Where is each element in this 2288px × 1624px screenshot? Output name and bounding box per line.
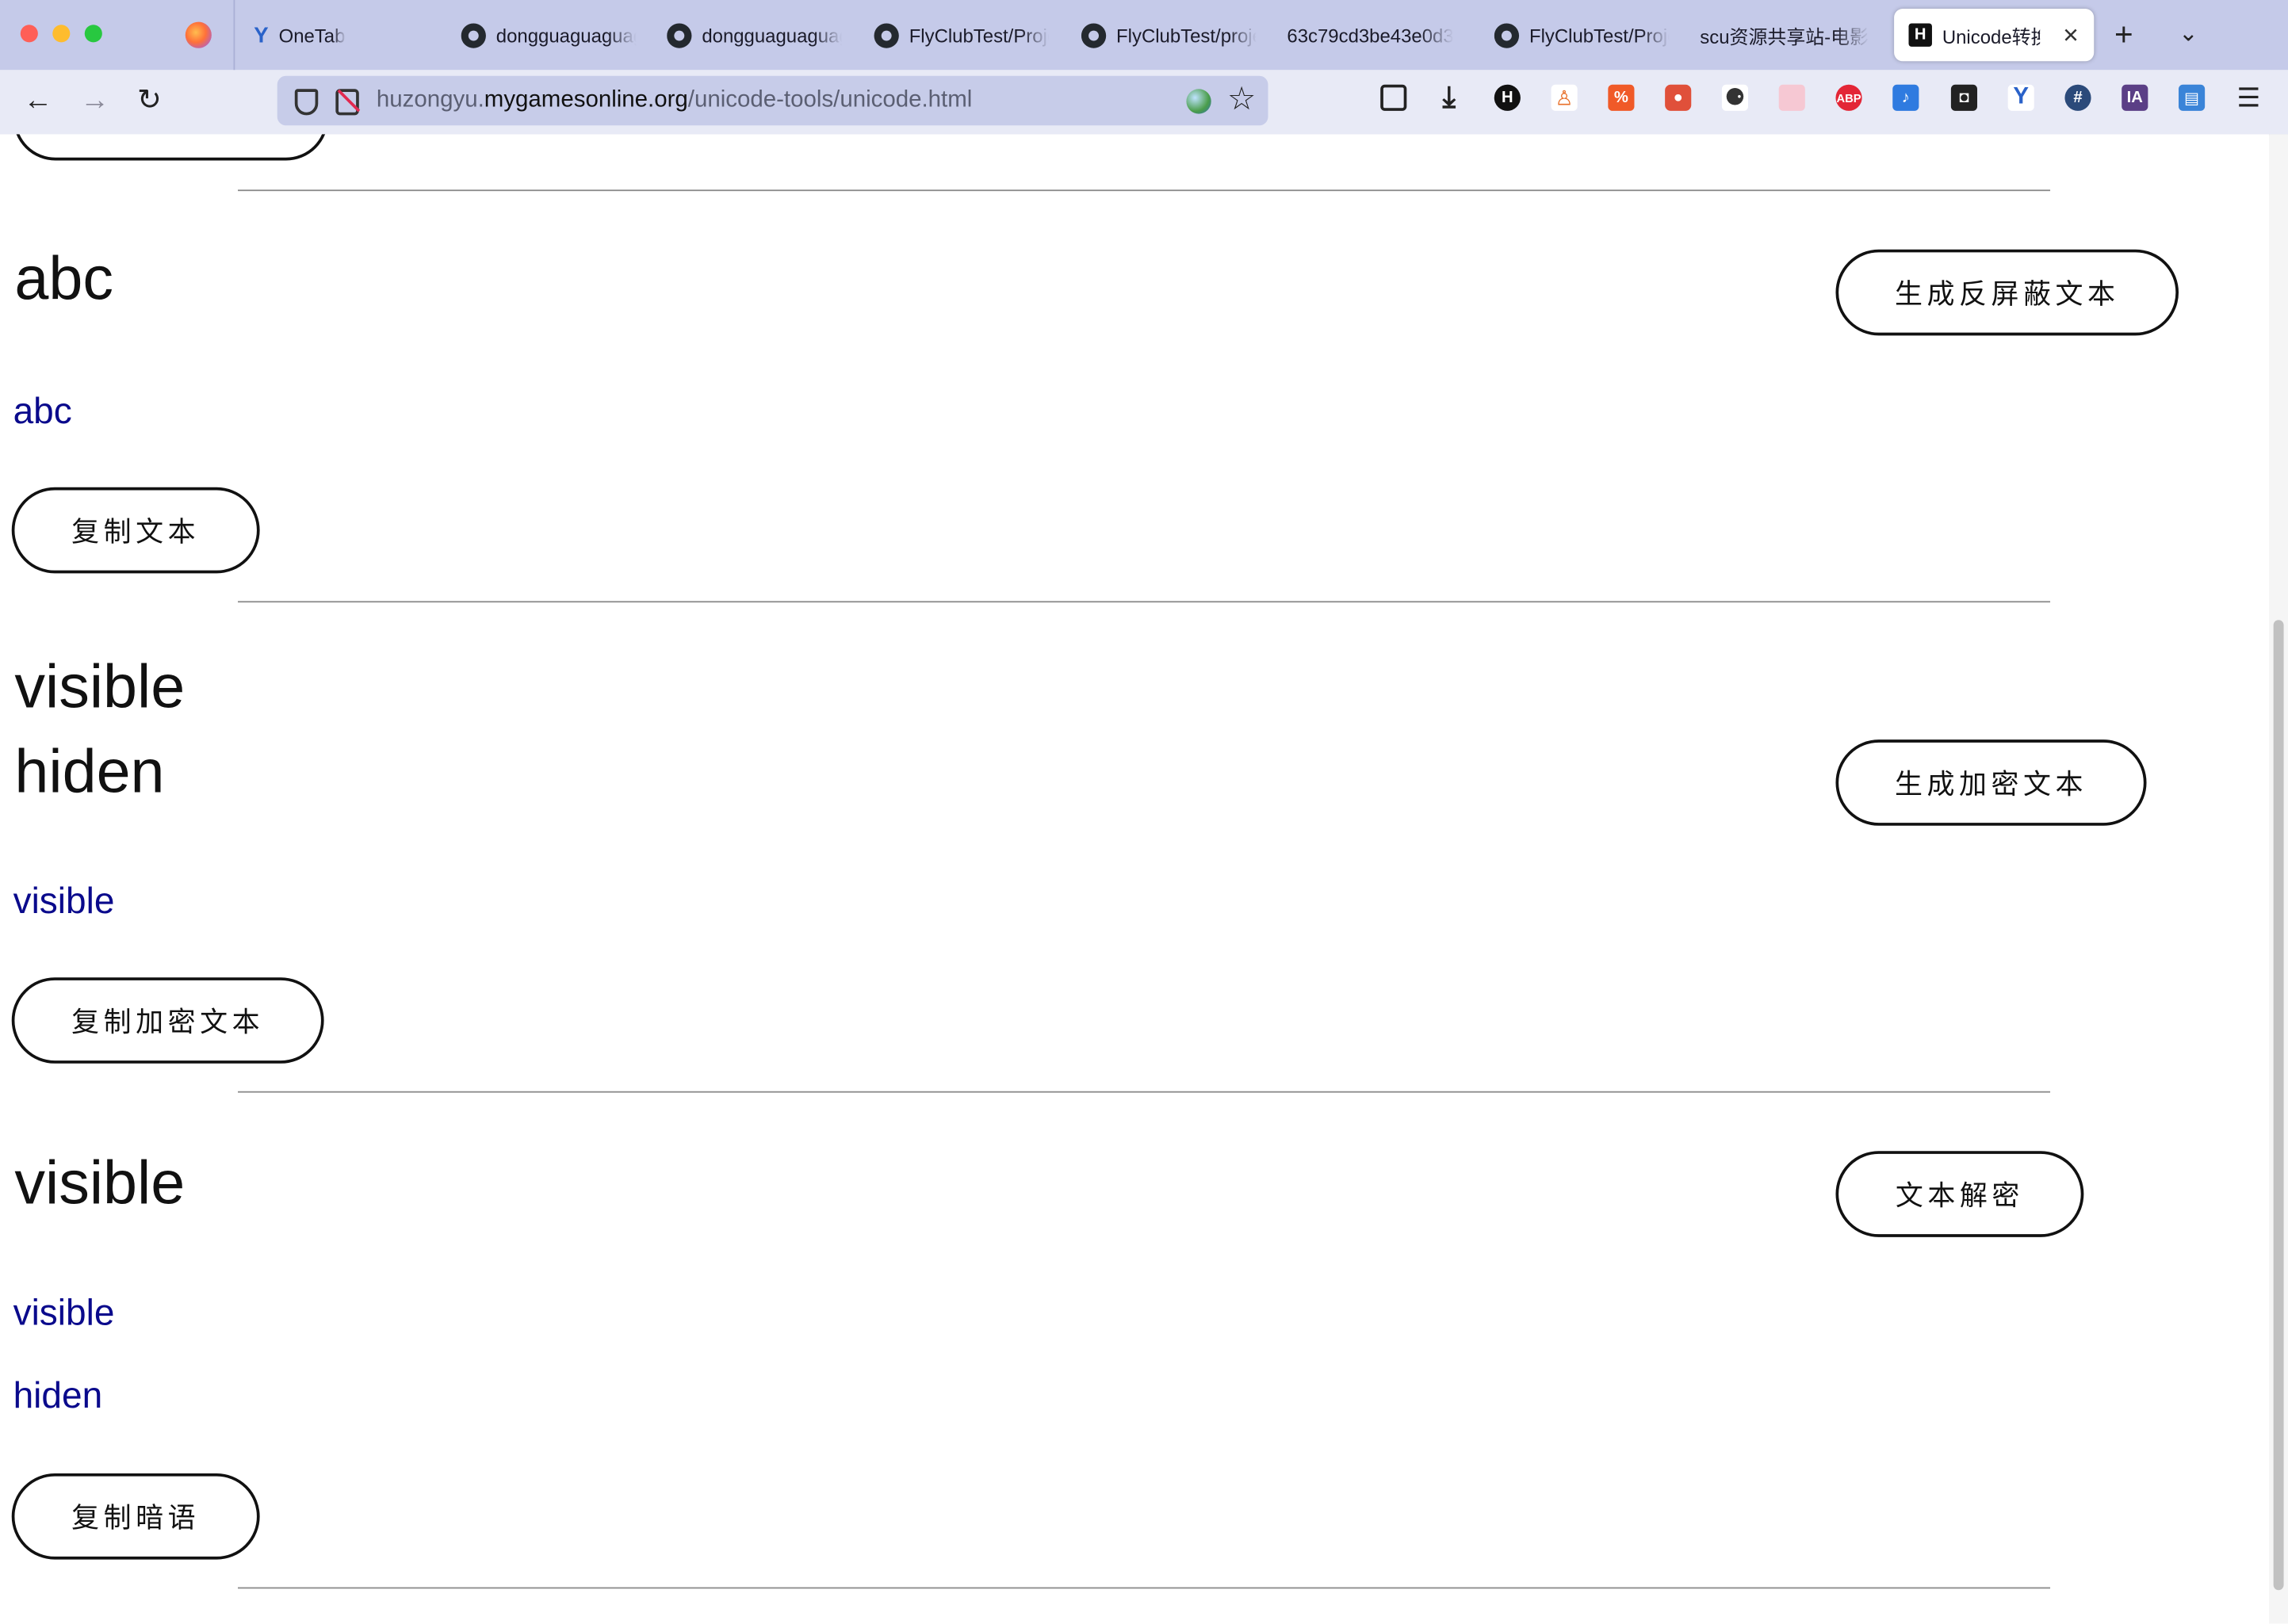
decrypt-input[interactable]: visible <box>14 1141 185 1225</box>
divider <box>238 601 2051 603</box>
encrypt-output: visible <box>13 881 115 923</box>
tab-label: dongguaguaguaguaguai <box>702 24 842 46</box>
nav-bar: ← → ↻ huzongyu.mygamesonline.org/unicode… <box>0 70 2288 136</box>
tab-label: dongguaguaguaguaguai <box>495 24 637 46</box>
screenshot-camera-icon[interactable]: ● <box>1665 84 1692 111</box>
github-icon <box>1494 22 1520 48</box>
bookmark-star-icon[interactable]: ☆ <box>1227 80 1256 118</box>
hamburger-menu-icon[interactable]: ☰ <box>2236 82 2262 112</box>
tab-github-4[interactable]: FlyClubTest/project <box>1081 9 1257 61</box>
vertical-scrollbar[interactable] <box>2269 134 2288 1624</box>
github-icon <box>1081 22 1107 48</box>
generate-anti-block-button[interactable]: 生成反屏蔽文本 <box>1835 249 2179 336</box>
copy-encrypted-button[interactable]: 复制加密文本 <box>11 977 324 1064</box>
divider <box>238 189 2051 192</box>
tab-unicode-active[interactable]: H Unicode转换 ✕ <box>1894 9 2095 62</box>
tab-label: FlyClubTest/Project <box>909 24 1050 46</box>
decrypt-button[interactable]: 文本解密 <box>1835 1151 2084 1237</box>
pink-extension-icon[interactable] <box>1778 84 1805 111</box>
extension-puzzle-icon[interactable]: ◘ <box>1950 84 1978 111</box>
tab-github-5[interactable]: FlyClubTest/Project <box>1494 9 1670 61</box>
tab-github-2[interactable]: dongguaguaguaguaguai <box>667 9 842 61</box>
tab-label: 63c79cd3be43e0d3 <box>1287 24 1454 46</box>
divider <box>238 1091 2051 1093</box>
tab-label: FlyClubTest/Project <box>1529 24 1670 46</box>
ia-extension-icon[interactable]: IA <box>2122 84 2148 111</box>
new-tab-button[interactable]: + <box>2114 14 2133 55</box>
github-icon <box>874 22 899 48</box>
decrypt-output-hidden: hiden <box>13 1375 103 1417</box>
doc-download-icon[interactable]: ▤ <box>2179 84 2206 111</box>
tracking-shield-icon[interactable] <box>294 89 319 116</box>
tab-label: Unicode转换 <box>1942 25 2041 48</box>
onetab-extension-icon[interactable]: Y <box>2007 84 2034 111</box>
minimize-window-button[interactable] <box>52 25 71 43</box>
copy-secret-button[interactable]: 复制暗语 <box>11 1473 260 1560</box>
adblock-plus-icon[interactable]: ABP <box>1835 84 1862 111</box>
url-path: /unicode-tools/unicode.html <box>687 87 973 113</box>
anti-block-output: abc <box>13 391 72 432</box>
github-icon <box>461 22 486 48</box>
anti-block-input[interactable]: abc <box>14 236 113 321</box>
tab-hash[interactable]: 63c79cd3be43e0d3 <box>1287 9 1462 61</box>
close-tab-icon[interactable]: ✕ <box>2062 23 2079 48</box>
insecure-lock-icon[interactable] <box>335 89 359 116</box>
url-prefix: huzongyu. <box>376 87 484 113</box>
previous-button-partial[interactable] <box>13 134 329 161</box>
person-tree-icon[interactable]: ♙ <box>1551 84 1578 111</box>
github-icon <box>667 22 692 48</box>
generate-encrypted-button[interactable]: 生成加密文本 <box>1835 739 2147 826</box>
balls-icon[interactable]: ⚈ <box>1721 84 1749 111</box>
tab-label: OneTab <box>278 24 346 46</box>
url-host: mygamesonline.org <box>484 87 688 113</box>
url-bar[interactable]: huzongyu.mygamesonline.org/unicode-tools… <box>277 75 1268 126</box>
tab-label: FlyClubTest/project <box>1116 24 1257 46</box>
onetab-icon: Y <box>254 22 269 48</box>
divider <box>238 1587 2051 1589</box>
copy-text-button[interactable]: 复制文本 <box>11 487 260 574</box>
tab-separator <box>233 0 235 71</box>
list-all-tabs-chevron-icon[interactable]: ⌄ <box>2179 14 2198 55</box>
h-extension-icon[interactable]: H <box>1494 84 1521 111</box>
page-content: abc 生成反屏蔽文本 abc 复制文本 visible hiden 生成加密文… <box>0 134 2270 1624</box>
zoom-window-button[interactable] <box>84 25 102 43</box>
forward-arrow-icon[interactable]: → <box>80 83 109 118</box>
translate-icon[interactable]: % <box>1608 84 1635 111</box>
download-icon[interactable]: ⤓ <box>1436 81 1462 113</box>
h-icon: H <box>1908 23 1932 47</box>
tab-onetab[interactable]: Y OneTab <box>254 9 429 61</box>
decrypt-output-visible: visible <box>13 1292 115 1334</box>
reload-icon[interactable]: ↻ <box>137 83 162 118</box>
url-text[interactable]: huzongyu.mygamesonline.org/unicode-tools… <box>377 87 972 113</box>
tab-bar: Y OneTab dongguaguaguaguaguai dongguagua… <box>0 0 2288 71</box>
encrypt-input-line-hidden: hiden <box>14 736 165 806</box>
encrypt-input-line-visible: visible <box>14 652 186 721</box>
tab-github-1[interactable]: dongguaguaguaguaguai <box>461 9 637 61</box>
hashtag-icon[interactable]: # <box>2064 84 2091 111</box>
pocket-icon[interactable] <box>1380 84 1407 111</box>
close-window-button[interactable] <box>20 25 38 43</box>
tab-label: scu资源共享站-电影 <box>1700 25 1869 48</box>
tab-github-3[interactable]: FlyClubTest/Project <box>874 9 1050 61</box>
music-note-icon[interactable]: ♪ <box>1892 84 1919 111</box>
back-arrow-icon[interactable]: ← <box>23 83 52 118</box>
globe-extension-icon[interactable] <box>1186 89 1211 114</box>
scrollbar-thumb[interactable] <box>2273 620 2284 1591</box>
tab-scu[interactable]: scu资源共享站-电影 <box>1700 9 1878 61</box>
firefox-view-icon[interactable] <box>185 21 212 48</box>
